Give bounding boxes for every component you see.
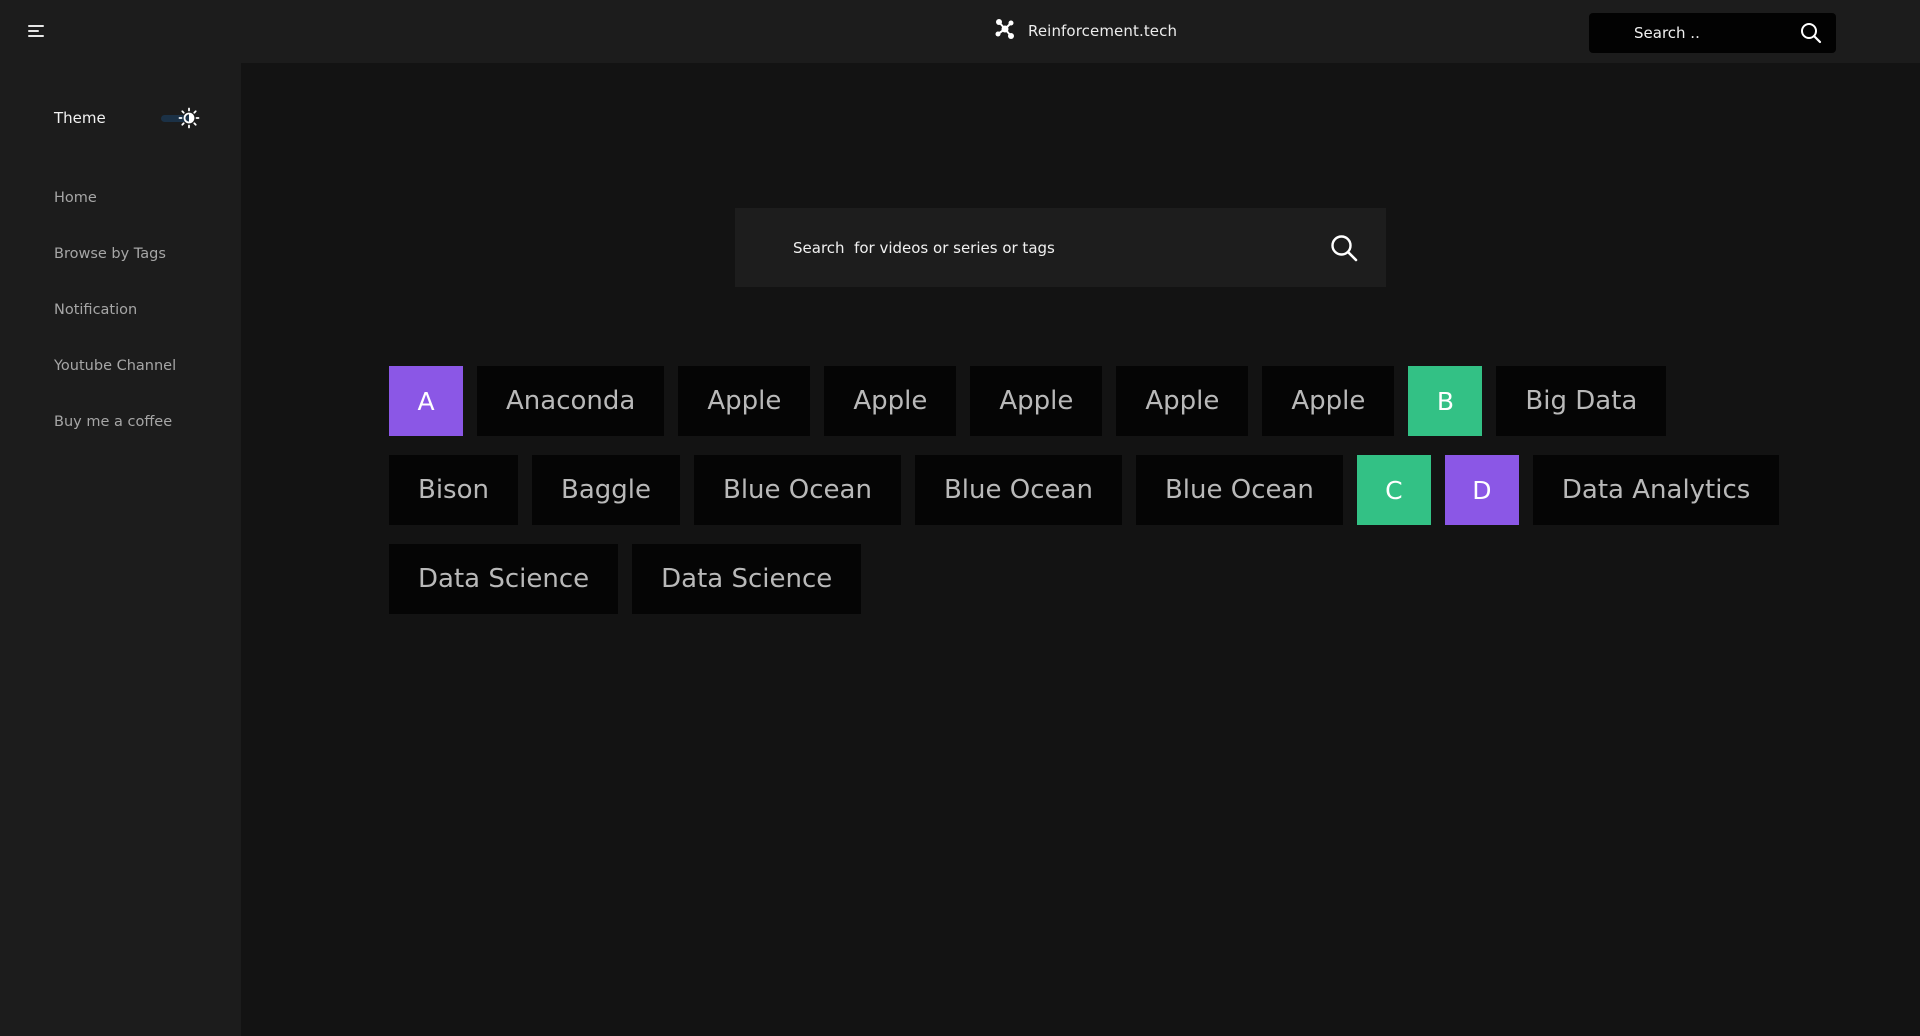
letter-tag[interactable]: A — [389, 366, 463, 436]
theme-toggle[interactable] — [158, 107, 204, 129]
tag-list: A Anaconda Apple Apple Apple Apple Apple B Big D… — [389, 366, 1809, 614]
tag-chip[interactable]: Apple — [824, 366, 957, 436]
tag-chip[interactable]: Apple — [1262, 366, 1395, 436]
header-search-input[interactable] — [1634, 24, 1784, 42]
brand-name: Reinforcement.tech — [1028, 22, 1178, 40]
brand[interactable]: Reinforcement.tech — [994, 16, 1177, 46]
main-search-input[interactable] — [793, 238, 1293, 257]
main-search-box — [735, 208, 1386, 287]
theme-row: Theme — [54, 106, 204, 130]
tag-chip[interactable]: Blue Ocean — [694, 455, 901, 525]
sidebar: Theme Home Browse by Tags Notification Y… — [0, 63, 241, 1036]
tag-chip[interactable]: Data Science — [389, 544, 619, 614]
top-bar: Reinforcement.tech — [0, 0, 1920, 63]
sidebar-item-youtube-channel[interactable]: Youtube Channel — [54, 355, 176, 411]
tag-chip[interactable]: Apple — [1116, 366, 1249, 436]
molecule-logo-icon — [994, 18, 1016, 44]
search-icon[interactable] — [1330, 234, 1358, 266]
tag-chip[interactable]: Data Science — [632, 544, 862, 614]
tag-chip[interactable]: Apple — [678, 366, 811, 436]
tag-chip[interactable]: Anaconda — [477, 366, 665, 436]
theme-label: Theme — [54, 109, 106, 127]
letter-tag[interactable]: D — [1444, 455, 1519, 525]
hamburger-menu-icon[interactable] — [24, 20, 50, 42]
tag-chip[interactable]: Blue Ocean — [1135, 455, 1343, 525]
sun-icon — [178, 107, 200, 133]
tag-chip[interactable]: Big Data — [1496, 366, 1667, 436]
sidebar-nav: Home Browse by Tags Notification Youtube… — [54, 187, 176, 467]
tag-chip[interactable]: Data Analytics — [1532, 455, 1780, 525]
sidebar-item-notification[interactable]: Notification — [54, 299, 176, 355]
sidebar-item-browse-by-tags[interactable]: Browse by Tags — [54, 243, 176, 299]
search-icon[interactable] — [1800, 22, 1822, 48]
letter-tag[interactable]: B — [1408, 366, 1483, 436]
tag-chip[interactable]: Bison — [389, 455, 518, 525]
sidebar-item-buy-me-a-coffee[interactable]: Buy me a coffee — [54, 411, 176, 467]
letter-tag[interactable]: C — [1356, 455, 1431, 525]
tag-chip[interactable]: Baggle — [532, 455, 680, 525]
header-search-box — [1589, 13, 1836, 53]
tag-chip[interactable]: Blue Ocean — [914, 455, 1122, 525]
tag-chip[interactable]: Apple — [970, 366, 1103, 436]
sidebar-item-home[interactable]: Home — [54, 187, 176, 243]
